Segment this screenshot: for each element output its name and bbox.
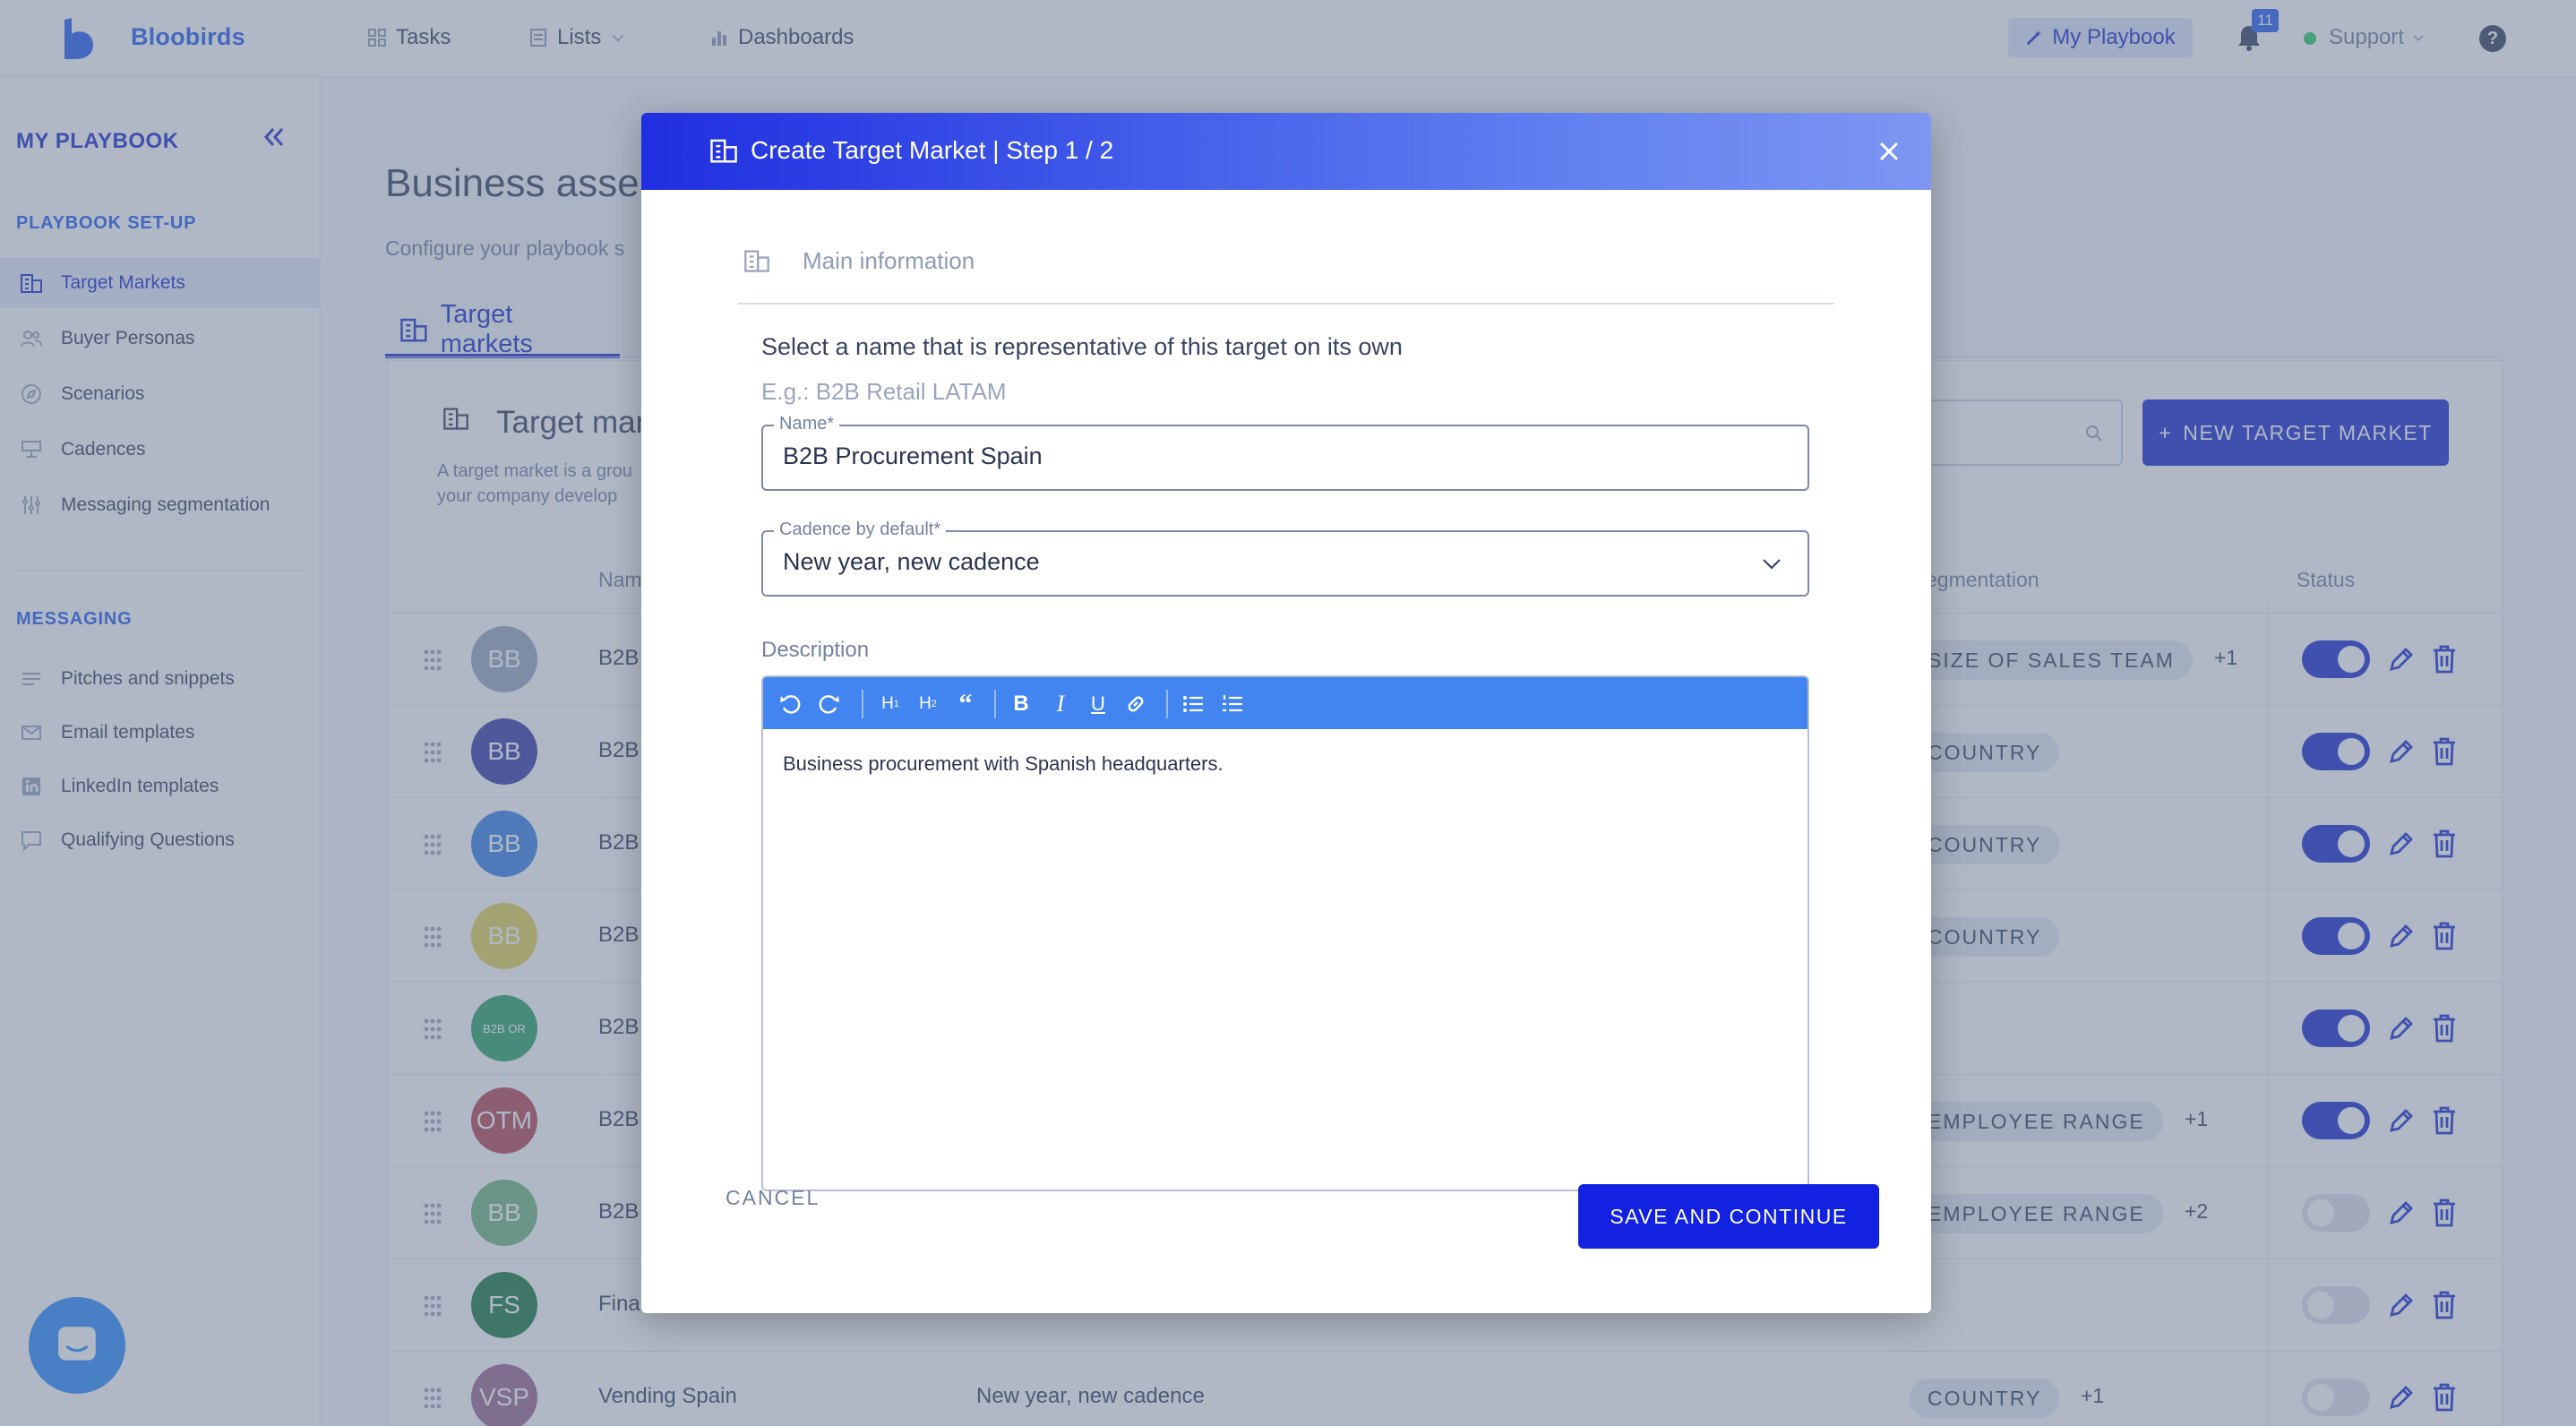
name-hint: E.g.: B2B Retail LATAM — [761, 378, 1007, 405]
building-icon — [710, 139, 737, 163]
description-editor[interactable]: H1 H2 “ B I U Business procurement with … — [761, 675, 1809, 1191]
h2-icon[interactable]: H2 — [915, 692, 940, 717]
link-icon[interactable] — [1123, 692, 1148, 717]
close-icon[interactable] — [1877, 140, 1901, 163]
building-icon — [744, 250, 769, 272]
toolbar-separator — [1166, 690, 1168, 718]
toolbar-separator — [994, 690, 996, 718]
italic-icon[interactable]: I — [1048, 691, 1073, 717]
chevron-down-icon[interactable] — [1761, 555, 1782, 573]
quote-icon[interactable]: “ — [953, 689, 978, 718]
h1-icon[interactable]: H1 — [878, 692, 903, 717]
save-and-continue-button[interactable]: SAVE AND CONTINUE — [1578, 1184, 1879, 1249]
section-divider — [738, 303, 1834, 305]
name-field-value[interactable]: B2B Procurement Spain — [783, 442, 1043, 470]
redo-icon[interactable] — [817, 692, 842, 717]
cadence-select-label: Cadence by default* — [774, 520, 947, 540]
name-question: Select a name that is representative of … — [761, 333, 1403, 360]
cadence-select[interactable]: Cadence by default* New year, new cadenc… — [761, 520, 1809, 597]
editor-toolbar: H1 H2 “ B I U — [763, 677, 1807, 729]
description-text[interactable]: Business procurement with Spanish headqu… — [783, 752, 1224, 776]
bold-icon[interactable]: B — [1009, 692, 1034, 717]
cadence-select-value[interactable]: New year, new cadence — [783, 548, 1040, 576]
modal-title: Create Target Market | Step 1 / 2 — [751, 136, 1114, 164]
cancel-button[interactable]: CANCEL — [726, 1186, 820, 1210]
name-field-label: Name* — [774, 414, 840, 434]
create-target-market-modal: Create Target Market | Step 1 / 2 Main i… — [641, 113, 1931, 1313]
section-label: Main information — [803, 247, 975, 274]
description-label: Description — [761, 638, 870, 662]
undo-icon[interactable] — [777, 692, 803, 717]
numbered-list-icon[interactable] — [1220, 692, 1245, 717]
modal-header: Create Target Market | Step 1 / 2 — [641, 113, 1931, 190]
bullet-list-icon[interactable] — [1181, 692, 1206, 717]
underline-icon[interactable]: U — [1086, 692, 1111, 717]
toolbar-separator — [862, 690, 863, 718]
name-field[interactable]: Name* B2B Procurement Spain — [761, 414, 1809, 491]
